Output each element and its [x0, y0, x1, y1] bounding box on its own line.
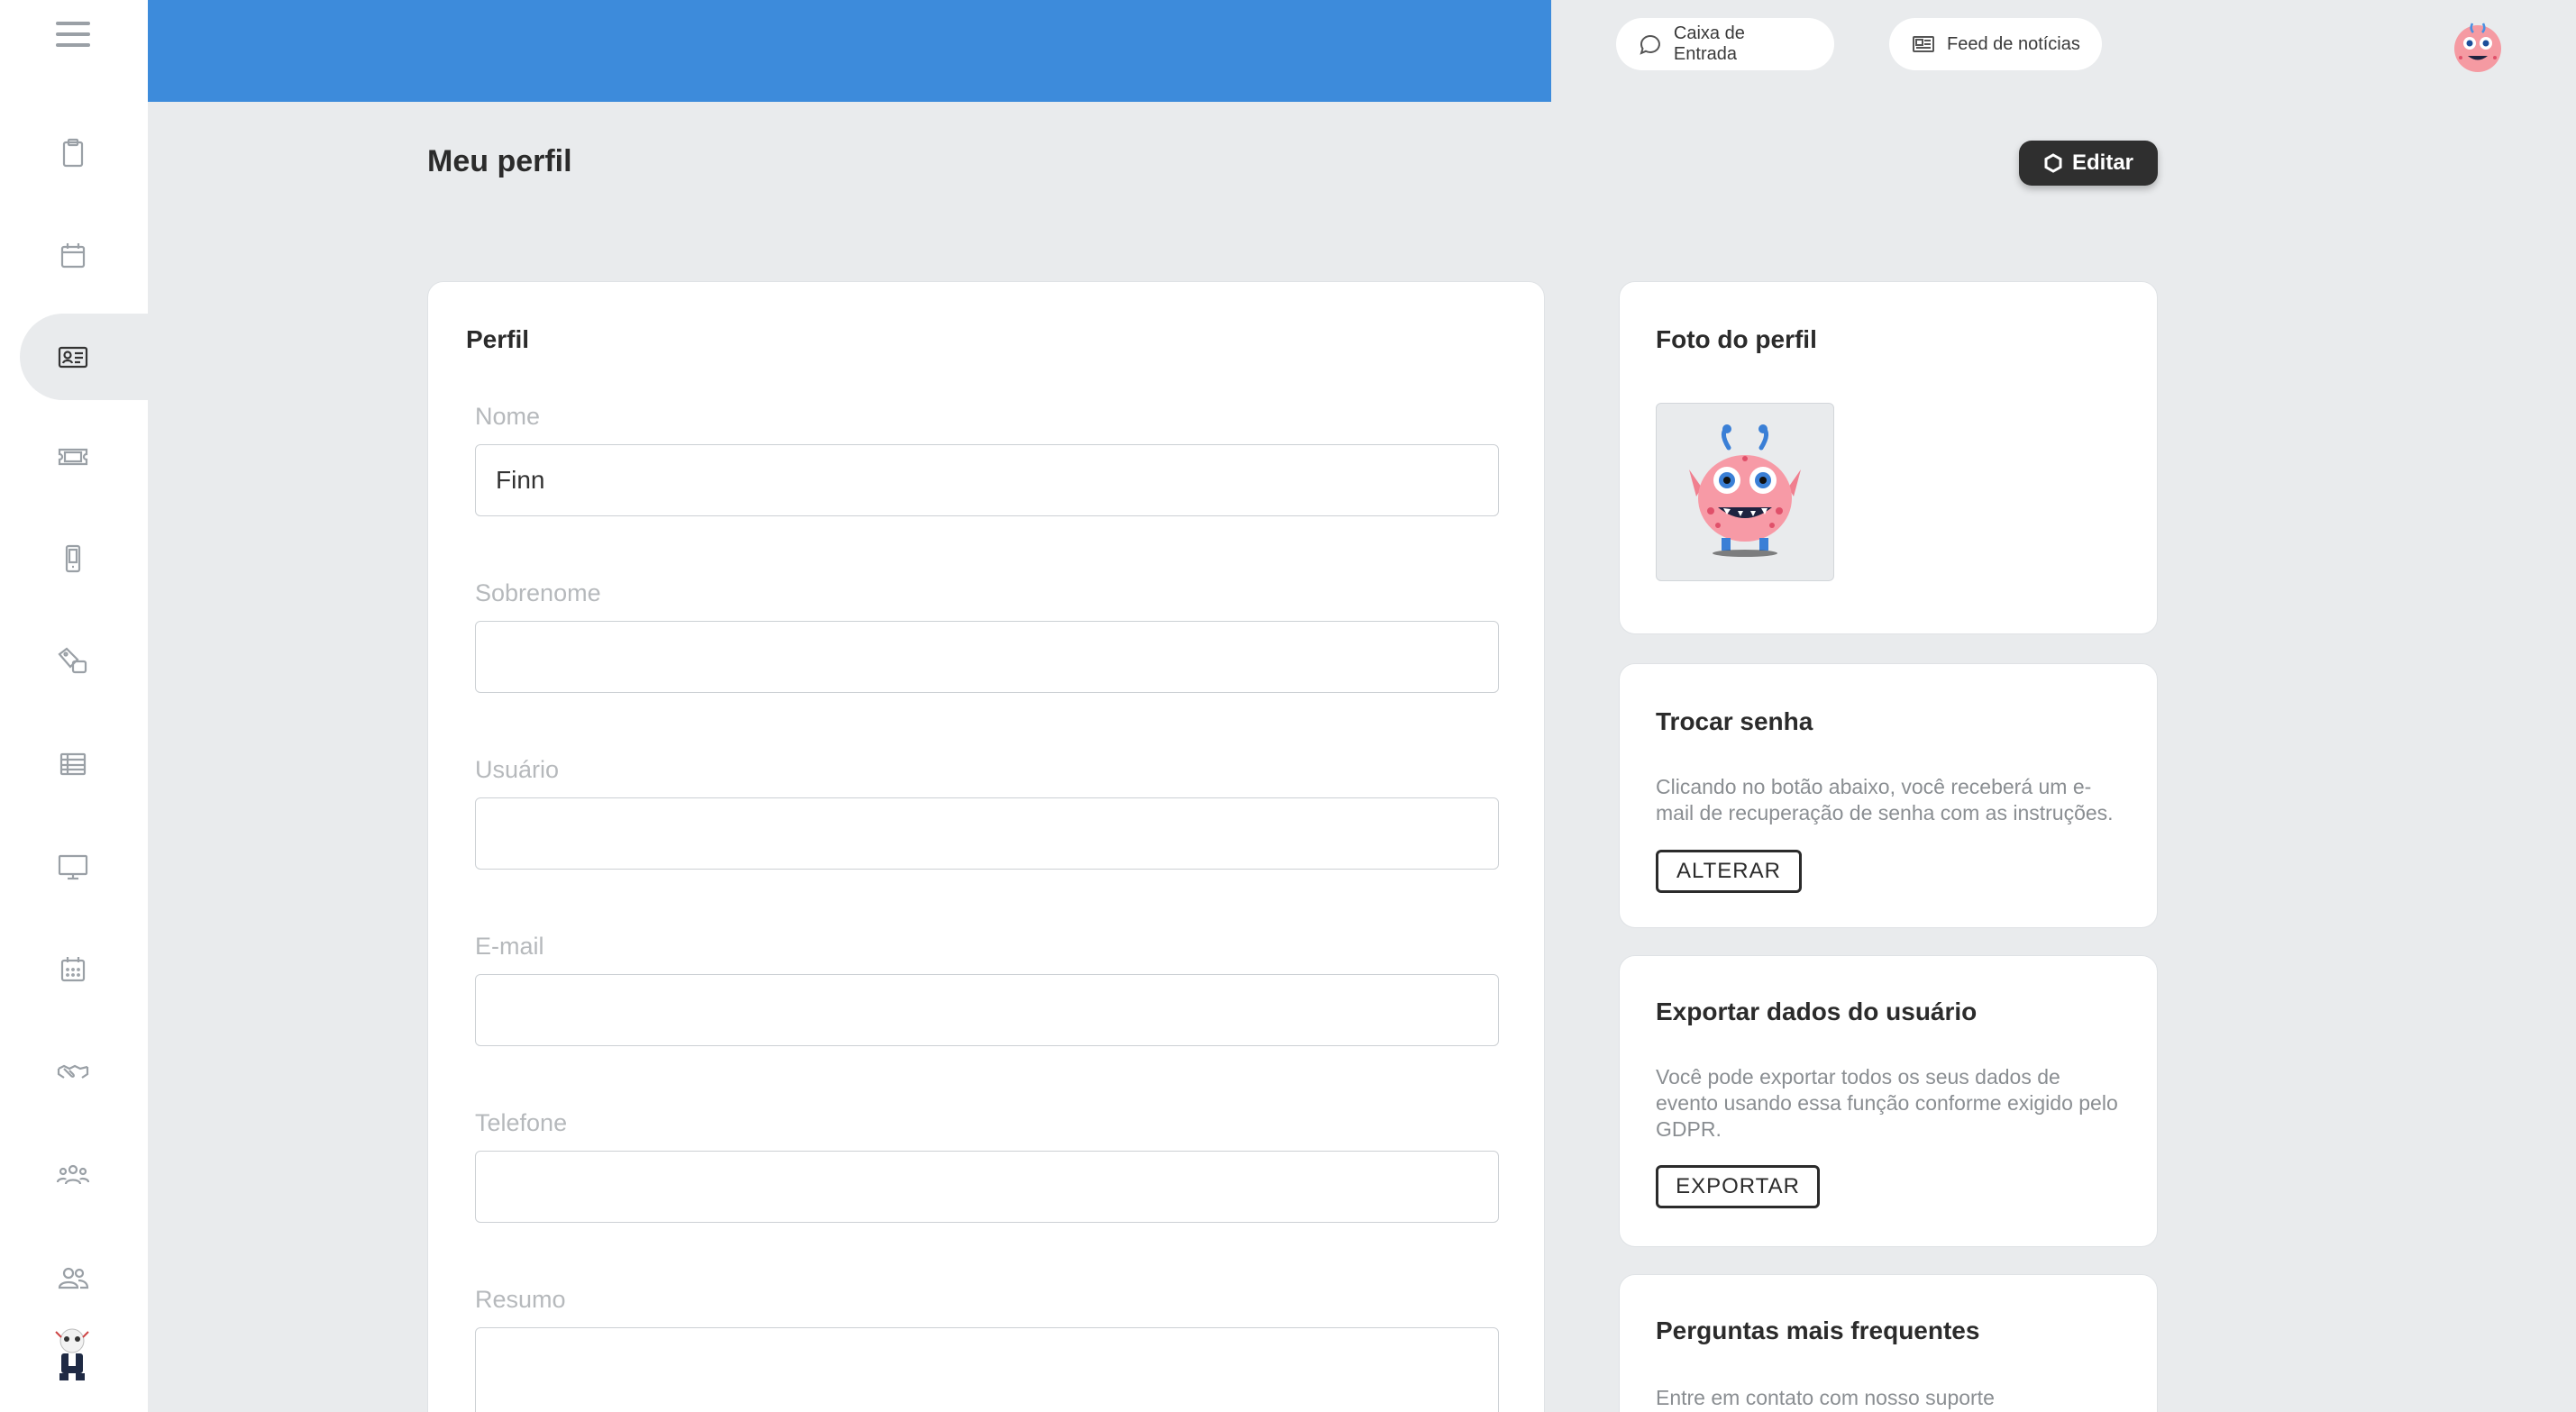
inbox-button[interactable]: Caixa de Entrada: [1616, 18, 1834, 70]
last-name-label: Sobrenome: [475, 579, 601, 606]
sidebar-item-tags[interactable]: [0, 616, 148, 706]
sidebar-item-calendar-grid[interactable]: [0, 925, 148, 1015]
profile-card-title: Perfil: [466, 325, 530, 353]
clipboard-icon: [62, 138, 84, 168]
table-icon: [59, 752, 87, 776]
sidebar-item-group[interactable]: [0, 1130, 148, 1220]
group-icon: [56, 1164, 90, 1185]
sidebar: [0, 0, 159, 1412]
username-input[interactable]: [475, 797, 1499, 870]
first-name-input[interactable]: Finn: [475, 444, 1499, 516]
mascot-icon: [55, 1328, 89, 1380]
phone-input[interactable]: [475, 1151, 1499, 1223]
sidebar-item-profile[interactable]: [0, 312, 148, 402]
faq-title: Perguntas mais frequentes: [1656, 1316, 1980, 1344]
ticket-icon: [58, 448, 88, 466]
profile-photo[interactable]: [1656, 403, 1834, 581]
sidebar-item-table[interactable]: [0, 719, 148, 809]
edit-label: Editar: [2071, 150, 2133, 175]
users-icon: [58, 1267, 89, 1289]
first-name-label: Nome: [475, 403, 541, 430]
mobile-icon: [65, 544, 81, 573]
profile-card: Perfil Nome Finn Sobrenome Usuário E-mai…: [427, 281, 1545, 1412]
hamburger-menu-icon[interactable]: [56, 22, 90, 49]
phone-label: Telefone: [475, 1109, 568, 1136]
tags-icon: [58, 647, 87, 674]
newspaper-icon: [1913, 36, 1934, 52]
monitor-icon: [58, 854, 88, 880]
hexagon-icon: [2044, 153, 2062, 173]
faq-text: Entre em contato com nosso suporte: [1656, 1386, 1995, 1409]
change-password-text: Clicando no botão abaixo, você receberá …: [1656, 775, 2114, 824]
page-title: Meu perfil: [427, 144, 572, 178]
summary-label: Resumo: [475, 1286, 566, 1313]
inbox-label: Caixa de Entrada: [1673, 23, 1745, 64]
export-button[interactable]: EXPORTAR: [1656, 1165, 1820, 1208]
news-feed-label: Feed de notícias: [1947, 33, 2080, 54]
username-label: Usuário: [475, 756, 560, 783]
handshake-icon: [57, 1064, 89, 1079]
calendar-icon: [60, 243, 86, 269]
news-feed-button[interactable]: Feed de notícias: [1889, 18, 2102, 70]
profile-photo-card: Foto do perfil: [1619, 281, 2158, 634]
sidebar-item-monitor[interactable]: [0, 822, 148, 912]
last-name-input[interactable]: [475, 621, 1499, 693]
monster-avatar-icon: [1689, 424, 1801, 557]
change-password-title: Trocar senha: [1656, 707, 1813, 735]
user-avatar[interactable]: [2448, 16, 2507, 76]
change-password-button[interactable]: ALTERAR: [1656, 850, 1802, 893]
sidebar-item-users[interactable]: [0, 1233, 148, 1323]
email-input[interactable]: [475, 974, 1499, 1046]
sidebar-item-ticket[interactable]: [0, 411, 148, 501]
sidebar-item-mobile[interactable]: [0, 514, 148, 604]
faq-card: Perguntas mais frequentes Entre em conta…: [1619, 1274, 2158, 1412]
export-data-card: Exportar dados do usuário Você pode expo…: [1619, 955, 2158, 1247]
chat-bubble-icon: [1640, 35, 1660, 55]
edit-button[interactable]: Editar: [2019, 141, 2158, 186]
email-label: E-mail: [475, 933, 544, 960]
sidebar-item-calendar[interactable]: [0, 211, 148, 301]
export-data-text: Você pode exportar todos os seus dados d…: [1656, 1065, 2118, 1141]
export-data-title: Exportar dados do usuário: [1656, 998, 1978, 1025]
id-card-icon: [58, 346, 88, 369]
calendar-grid-icon: [60, 957, 86, 982]
header-banner: [148, 0, 1551, 102]
profile-photo-title: Foto do perfil: [1656, 325, 1817, 353]
sidebar-item-clipboard[interactable]: [0, 108, 148, 198]
change-password-card: Trocar senha Clicando no botão abaixo, v…: [1619, 663, 2158, 928]
summary-textarea[interactable]: [475, 1327, 1499, 1412]
sidebar-item-handshake[interactable]: [0, 1027, 148, 1117]
